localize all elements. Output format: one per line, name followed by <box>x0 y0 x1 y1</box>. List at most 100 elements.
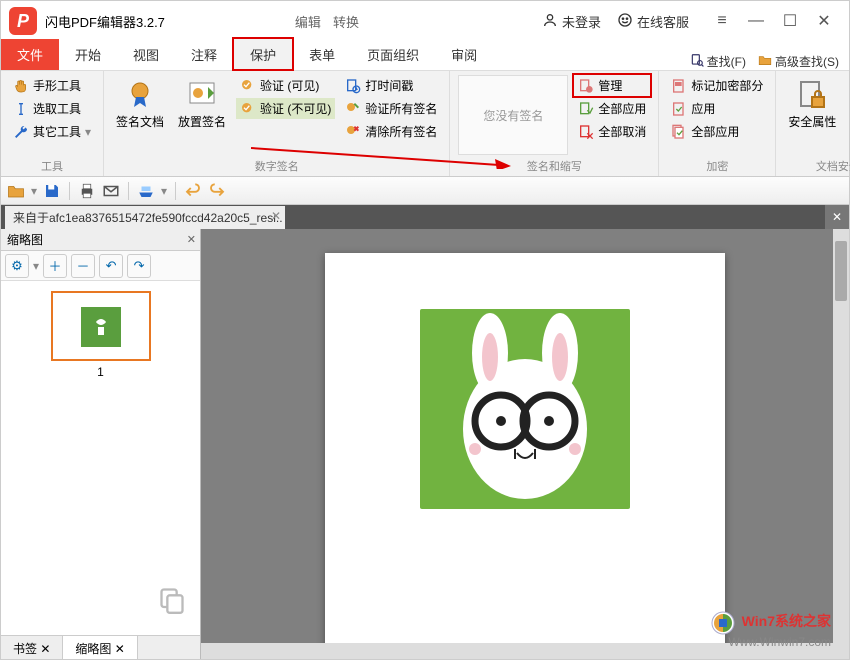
print-icon[interactable] <box>78 182 96 200</box>
document-tab[interactable]: 来自于afc1ea8376515472fe590fccd42a20c5_resi… <box>5 206 285 229</box>
thumbnail-page-number: 1 <box>51 365 151 379</box>
copy-icon[interactable] <box>158 586 186 621</box>
verify-visible[interactable]: 验证 (可见) <box>236 75 335 96</box>
scanner-icon[interactable] <box>137 182 155 200</box>
tab-file[interactable]: 文件 <box>1 39 59 70</box>
security-attr-button[interactable]: 安全属性 <box>784 75 840 134</box>
chevron-down-icon[interactable]: ▾ <box>31 184 37 198</box>
panel-header: 缩略图 ✕ <box>1 229 200 251</box>
apply-all-encrypt-button[interactable]: 全部应用 <box>667 121 767 142</box>
close-button[interactable]: ✕ <box>807 7 841 35</box>
group-sig-abbr: 您没有签名 管理 全部应用 全部取消 签名和缩写 <box>450 71 659 176</box>
sign-doc-button[interactable]: 签名文档 <box>112 75 168 134</box>
lock-doc-icon <box>796 79 828 111</box>
document-canvas[interactable] <box>201 229 849 659</box>
ribbon-tabs: 文件 开始 视图 注释 保护 表单 页面组织 审阅 查找(F) 高级查找(S) <box>1 41 849 71</box>
watermark: Win7系统之家 Www.Winwin7.com <box>710 611 831 649</box>
group-tools: 手形工具 选取工具 其它工具▾ 工具 <box>1 71 104 176</box>
quick-access-toolbar: ▾ ▾ <box>1 177 849 205</box>
tab-form[interactable]: 表单 <box>293 39 351 70</box>
thumbnail-list[interactable]: 1 <box>1 281 200 635</box>
gear-icon[interactable]: ⚙ <box>5 254 29 278</box>
ribbon: 手形工具 选取工具 其它工具▾ 工具 签名文档 放置签名 验证 (可见) 验证 … <box>1 71 849 177</box>
group-signature: 签名文档 放置签名 验证 (可见) 验证 (不可见) 打时间戳 验证所有签名 清… <box>104 71 450 176</box>
ribbon-badge-icon <box>124 79 156 111</box>
group-doc-security: 安全属性 安全策略 文档安全性 <box>776 71 850 176</box>
thumbnail-panel: 缩略图 ✕ ⚙▾ ＋ － ↶ ↷ 1 书签 ✕ <box>1 229 201 659</box>
no-signature-panel: 您没有签名 <box>458 75 568 155</box>
clock-doc-icon <box>345 78 361 94</box>
minimize-button[interactable]: — <box>739 7 773 35</box>
hamburger-icon[interactable]: ≡ <box>705 7 739 35</box>
mark-encrypt-button[interactable]: 标记加密部分 <box>667 75 767 96</box>
rotate-left-icon[interactable]: ↶ <box>99 254 123 278</box>
page-view <box>325 253 725 659</box>
panel-footer-tabs: 书签 ✕ 缩略图 ✕ <box>1 635 200 659</box>
redo-icon[interactable] <box>208 182 226 200</box>
hand-tool[interactable]: 手形工具 <box>9 75 95 96</box>
menu-convert[interactable]: 转换 <box>333 12 359 31</box>
text-cursor-icon <box>13 101 29 117</box>
place-sig-button[interactable]: 放置签名 <box>174 75 230 134</box>
select-tool[interactable]: 选取工具 <box>9 98 95 119</box>
user-icon <box>542 12 558 31</box>
adv-find-button[interactable]: 高级查找(S) <box>758 53 839 70</box>
hand-icon <box>13 78 29 94</box>
online-service[interactable]: 在线客服 <box>617 12 689 31</box>
place-signature-icon <box>186 79 218 111</box>
security-policy-button[interactable]: 安全策略 <box>846 75 850 134</box>
other-tools[interactable]: 其它工具▾ <box>9 121 95 142</box>
tab-view[interactable]: 视图 <box>117 39 175 70</box>
apply-all-button[interactable]: 全部应用 <box>574 98 650 119</box>
apply-encrypt-button[interactable]: 应用 <box>667 98 767 119</box>
app-logo: P <box>9 7 37 35</box>
open-folder-icon[interactable] <box>7 182 25 200</box>
title-bar: P 闪电PDF编辑器3.2.7 编辑 转换 未登录 在线客服 ≡ — ☐ ✕ <box>1 1 849 41</box>
user-login[interactable]: 未登录 <box>542 12 601 31</box>
apply-icon <box>671 101 687 117</box>
footer-tab-bookmark[interactable]: 书签 ✕ <box>1 636 63 659</box>
save-icon[interactable] <box>43 182 61 200</box>
folder-search-icon <box>758 53 772 70</box>
close-all-tabs[interactable]: ✕ <box>825 205 849 229</box>
verify-invisible[interactable]: 验证 (不可见) <box>236 98 335 119</box>
tab-protect[interactable]: 保护 <box>233 38 293 70</box>
mark-icon <box>671 78 687 94</box>
rotate-right-icon[interactable]: ↷ <box>127 254 151 278</box>
document-tabbar: 来自于afc1ea8376515472fe590fccd42a20c5_resi… <box>1 205 849 229</box>
close-panel-icon[interactable]: ✕ <box>187 233 196 246</box>
mail-icon[interactable] <box>102 182 120 200</box>
title-menu: 编辑 转换 <box>295 12 359 31</box>
zoom-out-icon[interactable]: － <box>71 254 95 278</box>
gear-doc-icon <box>578 78 594 94</box>
cancel-all-button[interactable]: 全部取消 <box>574 121 650 142</box>
tab-review[interactable]: 审阅 <box>435 39 493 70</box>
page-image <box>420 309 630 509</box>
app-title: 闪电PDF编辑器3.2.7 <box>45 12 165 31</box>
maximize-button[interactable]: ☐ <box>773 7 807 35</box>
chevron-down-icon[interactable]: ▾ <box>161 184 167 198</box>
find-button[interactable]: 查找(F) <box>690 53 746 70</box>
verify-all-sigs[interactable]: 验证所有签名 <box>341 98 441 119</box>
check-badge-icon <box>240 78 256 94</box>
thumbnail-image <box>81 307 121 347</box>
clear-all-sigs[interactable]: 清除所有签名 <box>341 121 441 142</box>
workspace: 缩略图 ✕ ⚙▾ ＋ － ↶ ↷ 1 书签 ✕ <box>1 229 849 659</box>
vertical-scrollbar[interactable] <box>833 229 849 659</box>
thumbnail-toolbar: ⚙▾ ＋ － ↶ ↷ <box>1 251 200 281</box>
tab-start[interactable]: 开始 <box>59 39 117 70</box>
smile-icon <box>617 12 633 31</box>
zoom-in-icon[interactable]: ＋ <box>43 254 67 278</box>
thumbnail-page <box>51 291 151 361</box>
chevron-down-icon: ▾ <box>85 125 91 139</box>
tab-comment[interactable]: 注释 <box>175 39 233 70</box>
thumbnail-item[interactable]: 1 <box>51 291 151 379</box>
undo-icon[interactable] <box>184 182 202 200</box>
menu-edit[interactable]: 编辑 <box>295 12 321 31</box>
find-icon <box>690 53 704 70</box>
manage-button[interactable]: 管理 <box>574 75 650 96</box>
timestamp-button[interactable]: 打时间戳 <box>341 75 441 96</box>
tab-page[interactable]: 页面组织 <box>351 39 435 70</box>
close-tab-icon[interactable]: ✕ <box>271 209 281 223</box>
footer-tab-thumbnail[interactable]: 缩略图 ✕ <box>63 636 137 659</box>
